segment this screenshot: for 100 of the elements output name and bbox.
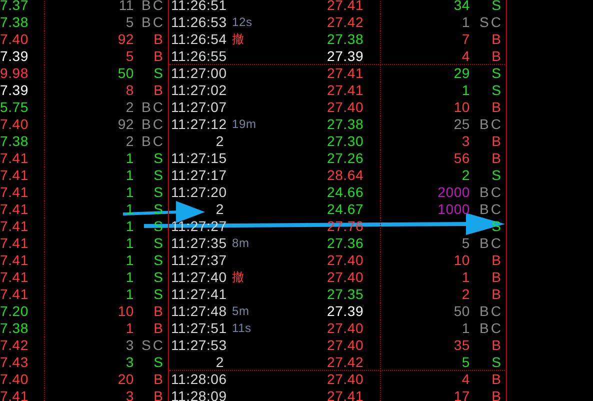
price-cell: 7.38 (0, 320, 28, 336)
side-label: S (492, 65, 503, 81)
price-cell: 27.36 (327, 235, 364, 251)
price-cell: 7.41 (0, 150, 28, 166)
volume-cell: 34 (454, 0, 470, 13)
time-cell: 11:27:48 (171, 303, 227, 319)
volume-cell: 8 (126, 82, 134, 98)
side-label: BC (480, 303, 503, 319)
price-cell: 7.41 (0, 252, 28, 268)
side-label: SC (480, 14, 503, 30)
price-cell: 7.38 (0, 14, 28, 30)
count-cell: 2 (216, 133, 224, 149)
volume-cell: 1 (126, 150, 134, 166)
side-label: BC (480, 184, 503, 200)
price-cell: 7.41 (0, 167, 28, 183)
volume-cell: 50 (454, 303, 470, 319)
volume-cell: 4 (462, 371, 470, 387)
price-cell: 7.41 (0, 269, 28, 285)
side-label: B (492, 31, 503, 47)
volume-cell: 1 (126, 218, 134, 234)
side-label: B (492, 48, 503, 64)
side-label: S (492, 0, 503, 13)
volume-cell: 56 (454, 150, 470, 166)
price-cell: 27.35 (327, 286, 364, 302)
price-cell: 27.30 (327, 133, 364, 149)
side-label: S (492, 354, 503, 370)
price-cell: 7.41 (0, 388, 28, 401)
price-cell: 24.66 (327, 184, 364, 200)
volume-cell: 92 (118, 116, 134, 132)
volume-cell: 3 (462, 133, 470, 149)
volume-cell: 29 (454, 65, 470, 81)
time-cell: 11:27:53 (171, 337, 227, 353)
side-label: S (154, 269, 165, 285)
price-cell: 7.39 (0, 48, 28, 64)
side-label: S (154, 167, 165, 183)
price-cell: 27.40 (327, 371, 364, 387)
price-cell: 24.67 (327, 201, 364, 217)
side-label: B (492, 99, 503, 115)
side-label: S (154, 150, 165, 166)
side-label: B (154, 388, 165, 401)
side-label: B (492, 388, 503, 401)
volume-cell: 11 (118, 0, 134, 13)
time-cell: 11:26:54 (171, 31, 227, 47)
volume-cell: 20 (118, 371, 134, 387)
side-label: S (492, 167, 503, 183)
time-cell: 11:28:06 (171, 371, 227, 387)
price-cell: 5.75 (0, 99, 28, 115)
price-cell: 27.40 (327, 337, 364, 353)
volume-cell: 25 (454, 116, 470, 132)
price-cell: 27.40 (327, 99, 364, 115)
side-label: B (154, 48, 165, 64)
price-cell: 27.26 (327, 150, 364, 166)
price-cell: 27.39 (327, 48, 364, 64)
price-cell: 7.41 (0, 286, 28, 302)
volume-cell: 7 (462, 31, 470, 47)
volume-cell: 50 (118, 65, 134, 81)
volume-cell: 1 (126, 252, 134, 268)
volume-cell: 3 (126, 354, 134, 370)
time-cell: 11:27:20 (171, 184, 227, 200)
volume-cell: 4 (462, 48, 470, 64)
price-cell: 27.42 (327, 354, 364, 370)
price-cell: 27.41 (327, 0, 364, 13)
time-cell: 11:27:51 (171, 320, 227, 336)
side-label: S (154, 354, 165, 370)
side-label: B (154, 371, 165, 387)
volume-cell: 35 (454, 337, 470, 353)
side-label: BC (142, 99, 165, 115)
note-label: 5m (232, 304, 250, 318)
side-label: BC (480, 116, 503, 132)
time-cell: 11:26:51 (171, 0, 227, 13)
side-label: B (492, 371, 503, 387)
time-cell: 11:27:40 (171, 269, 227, 285)
volume-cell: 2000 (438, 184, 470, 200)
volume-cell: 10 (454, 99, 470, 115)
volume-cell: 2 (462, 286, 470, 302)
note-label: 8m (232, 236, 250, 250)
time-cell: 11:26:55 (171, 48, 227, 64)
volume-cell: 17 (454, 388, 470, 401)
volume-cell: 3 (126, 337, 134, 353)
volume-cell: 5 (462, 235, 470, 251)
side-label: BC (142, 14, 165, 30)
count-cell: 2 (216, 201, 224, 217)
price-cell: 7.38 (0, 133, 28, 149)
side-label: B (154, 320, 165, 336)
price-cell: 7.42 (0, 337, 28, 353)
volume-cell: 5 (126, 14, 134, 30)
price-cell: 7.41 (0, 201, 28, 217)
volume-cell: 1 (462, 269, 470, 285)
volume-cell: 1 (126, 269, 134, 285)
volume-cell: 5 (462, 354, 470, 370)
volume-cell: 1 (126, 167, 134, 183)
price-cell: 27.42 (327, 14, 364, 30)
volume-cell: 3 (126, 388, 134, 401)
side-label: B (492, 252, 503, 268)
price-cell: 27.38 (327, 31, 364, 47)
side-label: S (492, 82, 503, 98)
volume-cell: 1 (462, 14, 470, 30)
side-label: S (154, 252, 165, 268)
price-cell: 28.64 (327, 167, 364, 183)
price-cell: 7.39 (0, 82, 28, 98)
